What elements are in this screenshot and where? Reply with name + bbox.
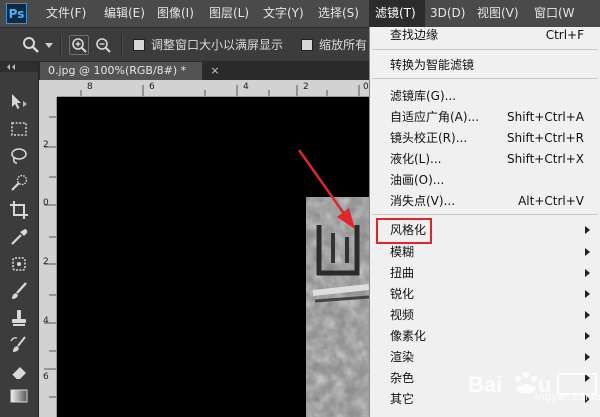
marquee-tool-icon[interactable] [9,119,29,139]
menu-type[interactable]: 文字(Y) [263,0,304,27]
ruler-left-label: 2 [43,257,49,267]
menu-item-noise[interactable]: 杂色 [390,368,414,388]
zoom-out-button[interactable] [93,35,113,55]
ruler-top-label: 2 [303,82,309,92]
eraser-tool-icon[interactable] [9,362,29,382]
menu-item-vanishing-point[interactable]: 消失点(V)... [390,191,455,211]
tab-close-icon[interactable]: × [208,62,222,80]
tool-preset-chevron-icon[interactable] [45,43,53,49]
menu-item-blur[interactable]: 模糊 [390,242,414,262]
menu-shortcut: Shift+Ctrl+R [506,131,584,145]
tools-panel-header[interactable] [0,62,38,72]
ruler-top-label: 6 [149,82,155,92]
menu-edit[interactable]: 编辑(E) [104,0,145,27]
menu-select[interactable]: 选择(S) [318,0,359,27]
menu-item-convert-smart-filters[interactable]: 转换为智能滤镜 [390,55,474,75]
menu-layer[interactable]: 图层(L) [209,0,249,27]
zoom-all-label: 缩放所有 [319,38,368,52]
stylize-highlight-box [376,218,432,244]
submenu-arrow-icon [585,248,590,256]
menu-item-other[interactable]: 其它 [390,389,414,409]
menu-shortcut: Ctrl+F [545,28,584,42]
menu-item-pixelate[interactable]: 像素化 [390,326,426,346]
collapse-arrows-icon [7,64,15,70]
quick-selection-tool-icon[interactable] [9,173,29,193]
healing-brush-tool-icon[interactable] [9,254,29,274]
menu-window[interactable]: 窗口(W [534,0,575,27]
submenu-arrow-icon [585,269,590,277]
menu-item-liquify[interactable]: 液化(L)... [390,149,442,169]
menu-separator [372,78,598,79]
menu-item-render[interactable]: 渲染 [390,347,414,367]
options-divider [60,34,62,56]
submenu-arrow-icon [585,311,590,319]
menu-item-oil-paint[interactable]: 油画(O)... [390,170,444,190]
crop-tool-icon[interactable] [9,200,29,220]
annotation-arrow-icon [297,149,355,229]
menu-view[interactable]: 视图(V) [477,0,519,27]
resize-windows-label: 调整窗口大小以满屏显示 [151,38,284,52]
ruler-corner [39,80,57,97]
resize-windows-checkbox[interactable] [133,39,145,51]
zoom-tool-icon[interactable] [22,36,40,54]
gradient-tool-icon[interactable] [9,386,29,406]
ruler-ticks [80,85,360,96]
zoom-out-icon [96,38,111,53]
menu-shortcut: Alt+Ctrl+V [518,194,584,208]
menu-item-filter-gallery[interactable]: 滤镜库(G)... [390,86,456,106]
lasso-tool-icon[interactable] [9,146,29,166]
clone-stamp-tool-icon[interactable] [9,308,29,328]
menu-item-find-edges[interactable]: 查找边缘 [390,25,438,45]
zoom-all-checkbox[interactable] [301,39,313,51]
zoom-in-button[interactable] [69,35,89,55]
submenu-arrow-icon [585,290,590,298]
ruler-top-label: 0 [363,82,369,92]
ruler-left-label: 0 [43,198,49,208]
menu-item-video[interactable]: 视频 [390,305,414,325]
zoom-in-icon [72,38,87,53]
eyedropper-tool-icon[interactable] [9,227,29,247]
move-tool-icon[interactable] [9,92,29,112]
document-canvas[interactable] [57,97,369,417]
ruler-left-label: 4 [43,316,49,326]
menu-image[interactable]: 图像(I) [157,0,194,27]
menu-bar: Ps 文件(F) 编辑(E) 图像(I) 图层(L) 文字(Y) 选择(S) 滤… [0,0,600,28]
ruler-top-label: 4 [243,82,249,92]
document-tab[interactable]: 0.jpg @ 100%(RGB/8#) * [40,62,202,80]
menu-item-adaptive-wide-angle[interactable]: 自适应广角(A)... [390,107,479,127]
menu-shortcut: Shift+Ctrl+X [507,152,584,166]
submenu-arrow-icon [585,353,590,361]
ruler-left-label: 2 [43,140,49,150]
menu-separator [372,49,598,50]
vertical-ruler: 2 0 2 4 6 [39,97,57,417]
tools-panel [0,62,39,417]
menu-separator [372,214,598,215]
ruler-left-label: 6 [43,372,49,382]
photoshop-logo: Ps [6,3,27,24]
menu-item-distort[interactable]: 扭曲 [390,263,414,283]
menu-filter[interactable]: 滤镜(T) [369,0,425,27]
menu-3d[interactable]: 3D(D) [430,0,465,27]
svg-text:Bai: Bai [468,372,502,397]
submenu-arrow-icon [585,332,590,340]
submenu-arrow-icon [585,226,590,234]
menu-item-lens-correction[interactable]: 镜头校正(R)... [390,128,467,148]
options-divider [121,34,123,56]
ruler-top-label: 8 [87,82,93,92]
menu-file[interactable]: 文件(F) [46,0,86,27]
brush-tool-icon[interactable] [9,281,29,301]
watermark-url: jingyan.baidu.com [533,392,600,403]
menu-shortcut: Shift+Ctrl+A [507,110,584,124]
history-brush-tool-icon[interactable] [9,335,29,355]
menu-item-sharpen[interactable]: 锐化 [390,284,414,304]
horizontal-ruler: 8 6 4 2 0 [57,80,369,97]
